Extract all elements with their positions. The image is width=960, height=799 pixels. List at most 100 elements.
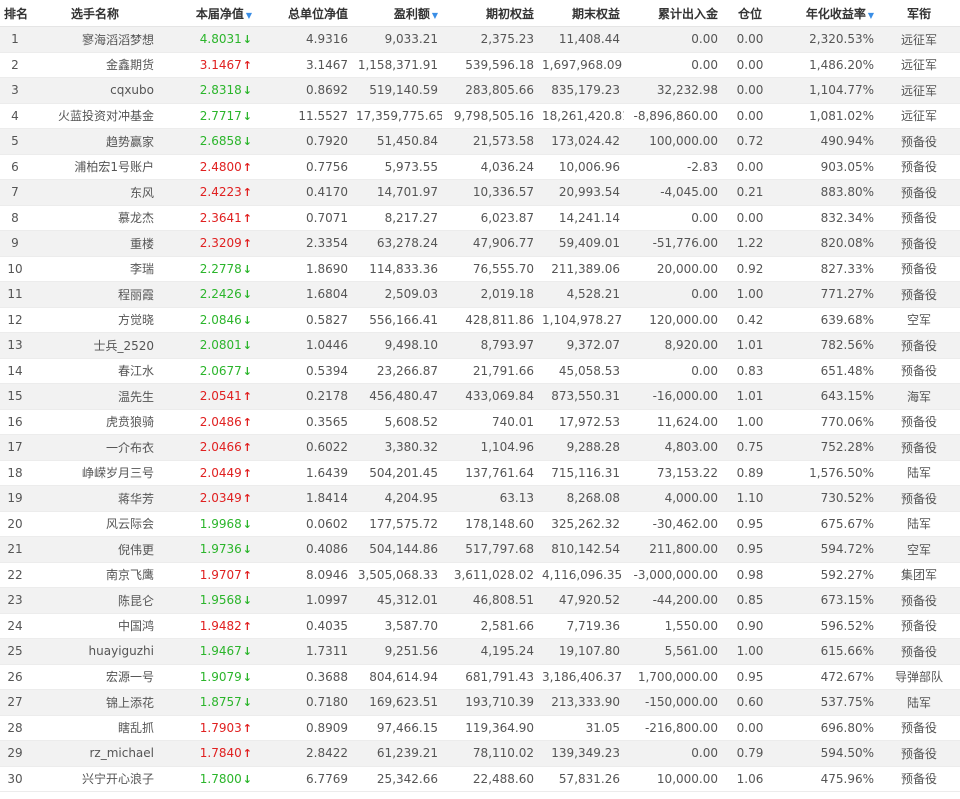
arrow-up-icon: ↑ <box>242 619 252 633</box>
table-row[interactable]: 20 风云际会 1.9968↓ 0.0602 177,575.72 178,148.60 3… <box>0 511 960 537</box>
annual-return-cell: 903.05% <box>778 154 878 180</box>
player-name-link[interactable]: 金鑫期货 <box>30 52 160 78</box>
col-profit-sortable[interactable]: 盈利额 ▼ <box>352 0 442 27</box>
table-row[interactable]: 17 一介布衣 2.0466↑ 0.6022 3,380.32 1,104.96 9,288… <box>0 434 960 461</box>
player-name-link[interactable]: 浦柏宏1号账户 <box>30 154 160 180</box>
nav-cell: 4.8031↓ <box>160 26 256 53</box>
table-row[interactable]: 12 方觉晓 2.0846↓ 0.5827 556,166.41 428,811.86 1,… <box>0 307 960 333</box>
player-name-link[interactable]: 士兵_2520 <box>30 332 160 359</box>
start-equity-cell: 10,336.57 <box>442 179 538 206</box>
nav-cell: 2.8318↓ <box>160 77 256 104</box>
table-row[interactable]: 8 慕龙杰 2.3641↑ 0.7071 8,217.27 6,023.87 14,241.… <box>0 205 960 231</box>
nav-value: 1.9482 <box>199 618 242 633</box>
table-row[interactable]: 30 兴宁开心浪子 1.7800↓ 6.7769 25,342.66 22,488.60 5… <box>0 766 960 792</box>
position-cell: 1.01 <box>722 332 778 359</box>
table-row[interactable]: 9 重楼 2.3209↑ 2.3354 63,278.24 47,906.77 59,409… <box>0 230 960 257</box>
player-name-link[interactable]: 春江水 <box>30 358 160 384</box>
sort-down-icon[interactable]: ▼ <box>868 11 874 20</box>
sort-down-icon[interactable]: ▼ <box>432 11 438 20</box>
position-cell: 0.95 <box>722 511 778 537</box>
annual-return-cell: 639.68% <box>778 307 878 333</box>
player-name-link[interactable]: 陈昆仑 <box>30 587 160 614</box>
col-annual-return-sortable[interactable]: 年化收益率 ▼ <box>778 0 878 27</box>
table-row[interactable]: 18 峥嵘岁月三号 2.0449↑ 1.6439 504,201.45 137,761.6… <box>0 460 960 486</box>
player-name-link[interactable]: 火蓝投资对冲基金 <box>30 103 160 129</box>
profit-cell: 3,587.70 <box>352 613 442 639</box>
end-equity-cell: 213,333.90 <box>538 689 624 716</box>
nav-value: 2.0449 <box>199 465 242 480</box>
table-row[interactable]: 10 李瑞 2.2778↓ 1.8690 114,833.36 76,555.70 211,… <box>0 256 960 282</box>
player-name-link[interactable]: 锦上添花 <box>30 689 160 716</box>
table-row[interactable]: 28 瞎乱抓 1.7903↑ 0.8909 97,466.15 119,364.90 31.… <box>0 715 960 741</box>
annual-return-cell: 1,576.50% <box>778 460 878 486</box>
player-name-link[interactable]: 方觉晓 <box>30 307 160 333</box>
sort-down-icon[interactable]: ▼ <box>246 11 252 20</box>
table-row[interactable]: 25 huayiguzhi 1.9467↓ 1.7311 9,251.56 4,195.2… <box>0 638 960 665</box>
player-name-link[interactable]: 东风 <box>30 179 160 206</box>
player-name-link[interactable]: 一介布衣 <box>30 434 160 461</box>
col-nav-sortable[interactable]: 本届净值 ▼ <box>160 0 256 27</box>
start-equity-cell: 21,573.58 <box>442 128 538 155</box>
player-name-link[interactable]: 倪伟更 <box>30 536 160 563</box>
player-name-link[interactable]: 寥海滔滔梦想 <box>30 26 160 53</box>
nav-value: 2.3641 <box>199 210 242 225</box>
player-name-link[interactable]: 中国鸿 <box>30 613 160 639</box>
player-name-link[interactable]: 慕龙杰 <box>30 205 160 231</box>
total-nav-cell: 0.3565 <box>256 409 352 435</box>
profit-cell: 114,833.36 <box>352 256 442 282</box>
arrow-up-icon: ↑ <box>242 58 252 72</box>
table-row[interactable]: 13 士兵_2520 2.0801↓ 1.0446 9,498.10 8,793.97 9,… <box>0 332 960 359</box>
player-name-link[interactable]: huayiguzhi <box>30 638 160 665</box>
player-name-link[interactable]: 温先生 <box>30 383 160 410</box>
player-name-link[interactable]: rz_michael <box>30 740 160 767</box>
table-row[interactable]: 22 南京飞鹰 1.9707↑ 8.0946 3,505,068.33 3,611,028… <box>0 562 960 588</box>
start-equity-cell: 178,148.60 <box>442 511 538 537</box>
table-row[interactable]: 23 陈昆仑 1.9568↓ 1.0997 45,312.01 46,808.51 47,9… <box>0 587 960 614</box>
player-name-link[interactable]: 重楼 <box>30 230 160 257</box>
rank-cell: 26 <box>0 664 30 690</box>
net-flow-cell: 0.00 <box>624 26 722 53</box>
player-name-link[interactable]: 瞎乱抓 <box>30 715 160 741</box>
col-total-nav: 总单位净值 <box>256 0 352 27</box>
player-name-link[interactable]: 风云际会 <box>30 511 160 537</box>
table-row[interactable]: 5 趋势赢家 2.6858↓ 0.7920 51,450.84 21,573.58 173,… <box>0 128 960 155</box>
player-name-link[interactable]: cqxubo <box>30 77 160 104</box>
table-row[interactable]: 16 虎贲狼骑 2.0486↑ 0.3565 5,608.52 740.01 17,972.… <box>0 409 960 435</box>
annual-return-cell: 696.80% <box>778 715 878 741</box>
total-nav-cell: 1.7311 <box>256 638 352 665</box>
player-name-link[interactable]: 程丽霞 <box>30 281 160 308</box>
position-cell: 0.98 <box>722 562 778 588</box>
nav-cell: 2.0466↑ <box>160 434 256 461</box>
table-row[interactable]: 15 温先生 2.0541↑ 0.2178 456,480.47 433,069.84 87… <box>0 383 960 410</box>
table-row[interactable]: 1 寥海滔滔梦想 4.8031↓ 4.9316 9,033.21 2,375.23 11,4… <box>0 26 960 53</box>
rank-cell: 9 <box>0 230 30 257</box>
col-position: 仓位 <box>722 0 778 27</box>
rank-title-cell: 远征军 <box>878 77 960 104</box>
table-row[interactable]: 14 春江水 2.0677↓ 0.5394 23,266.87 21,791.66 45,0… <box>0 358 960 384</box>
table-row[interactable]: 21 倪伟更 1.9736↓ 0.4086 504,144.86 517,797.68 81… <box>0 536 960 563</box>
table-row[interactable]: 24 中国鸿 1.9482↑ 0.4035 3,587.70 2,581.66 7,719.… <box>0 613 960 639</box>
table-row[interactable]: 4 火蓝投资对冲基金 2.7717↓ 11.5527 17,359,775.65 9,79… <box>0 103 960 129</box>
player-name-link[interactable]: 宏源一号 <box>30 664 160 690</box>
player-name-link[interactable]: 兴宁开心浪子 <box>30 766 160 792</box>
table-row[interactable]: 3 cqxubo 2.8318↓ 0.8692 519,140.59 283,805.66… <box>0 77 960 104</box>
table-row[interactable]: 19 蒋华芳 2.0349↑ 1.8414 4,204.95 63.13 8,268.08 4… <box>0 485 960 512</box>
rank-cell: 17 <box>0 434 30 461</box>
table-row[interactable]: 2 金鑫期货 3.1467↑ 3.1467 1,158,371.91 539,596.18… <box>0 52 960 78</box>
table-row[interactable]: 7 东风 2.4223↑ 0.4170 14,701.97 10,336.57 20,993… <box>0 179 960 206</box>
player-name-link[interactable]: 趋势赢家 <box>30 128 160 155</box>
nav-cell: 2.0801↓ <box>160 332 256 359</box>
player-name-link[interactable]: 虎贲狼骑 <box>30 409 160 435</box>
end-equity-cell: 3,186,406.37 <box>538 664 624 690</box>
table-row[interactable]: 27 锦上添花 1.8757↓ 0.7180 169,623.51 193,710.39 2… <box>0 689 960 716</box>
player-name-link[interactable]: 南京飞鹰 <box>30 562 160 588</box>
table-row[interactable]: 6 浦柏宏1号账户 2.4800↑ 0.7756 5,973.55 4,036.24 10,… <box>0 154 960 180</box>
table-row[interactable]: 26 宏源一号 1.9079↓ 0.3688 804,614.94 681,791.43 3… <box>0 664 960 690</box>
table-row[interactable]: 11 程丽霞 2.2426↓ 1.6804 2,509.03 2,019.18 4,528.… <box>0 281 960 308</box>
arrow-down-icon: ↓ <box>242 670 252 684</box>
table-row[interactable]: 29 rz_michael 1.7840↑ 2.8422 61,239.21 78,110… <box>0 740 960 767</box>
player-name-link[interactable]: 峥嵘岁月三号 <box>30 460 160 486</box>
player-name-link[interactable]: 李瑞 <box>30 256 160 282</box>
start-equity-cell: 517,797.68 <box>442 536 538 563</box>
player-name-link[interactable]: 蒋华芳 <box>30 485 160 512</box>
